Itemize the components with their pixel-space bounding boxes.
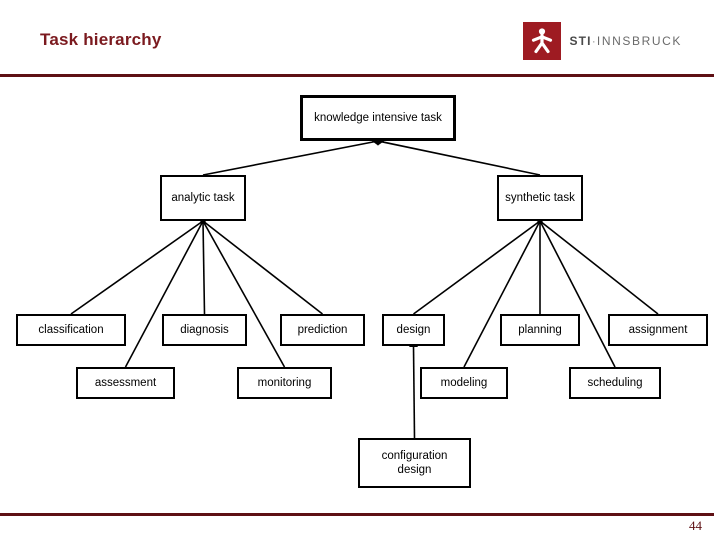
node-label: planning — [518, 323, 562, 336]
edge-synthetic-task-to-knowledge-intensive-task — [369, 136, 541, 176]
node-label: synthetic task — [505, 191, 575, 204]
edge-classification-to-analytic-task — [70, 220, 204, 315]
node-diagnosis: diagnosis — [162, 314, 247, 346]
node-label: prediction — [297, 323, 348, 336]
node-label: scheduling — [587, 376, 643, 389]
page-number: 44 — [689, 518, 702, 533]
node-classification: classification — [16, 314, 126, 346]
footer-divider — [0, 513, 714, 516]
task-hierarchy-diagram: knowledge intensive task analytic task syn… — [0, 85, 720, 505]
node-label: modeling — [440, 376, 488, 389]
node-label: configuration design — [381, 449, 448, 476]
edge-diagnosis-to-analytic-task — [202, 220, 206, 315]
node-label: analytic task — [171, 191, 235, 204]
edge-design-to-synthetic-task — [413, 220, 541, 315]
sti-figure-icon — [523, 22, 562, 60]
header-divider — [0, 74, 714, 77]
node-label: knowledge intensive task — [314, 111, 442, 124]
node-label: design — [396, 323, 431, 336]
edge-assignment-to-synthetic-task — [539, 220, 659, 315]
node-label: classification — [38, 323, 104, 336]
node-label: monitoring — [257, 376, 312, 389]
logo-text-sti: STI — [569, 34, 592, 48]
node-label: assignment — [628, 323, 688, 336]
sti-innsbruck-logo: STI·INNSBRUCK — [523, 22, 682, 60]
edge-analytic-task-to-knowledge-intensive-task — [202, 136, 387, 176]
node-design: design — [382, 314, 445, 346]
node-monitoring: monitoring — [237, 367, 332, 399]
node-planning: planning — [500, 314, 580, 346]
edge-prediction-to-analytic-task — [202, 220, 323, 315]
node-assignment: assignment — [608, 314, 708, 346]
node-assessment: assessment — [76, 367, 175, 399]
logo-wordmark: STI·INNSBRUCK — [569, 34, 682, 48]
node-configuration-design: configuration design — [358, 438, 471, 488]
node-label: assessment — [94, 376, 157, 389]
node-label: diagnosis — [180, 323, 229, 336]
node-modeling: modeling — [420, 367, 508, 399]
node-synthetic-task: synthetic task — [497, 175, 583, 221]
node-prediction: prediction — [280, 314, 365, 346]
logo-text-innsbruck: INNSBRUCK — [596, 34, 682, 48]
node-analytic-task: analytic task — [160, 175, 246, 221]
edge-configuration-design-to-design — [409, 337, 419, 439]
node-scheduling: scheduling — [569, 367, 661, 399]
node-knowledge-intensive-task: knowledge intensive task — [300, 95, 456, 141]
page-title: Task hierarchy — [40, 30, 162, 49]
